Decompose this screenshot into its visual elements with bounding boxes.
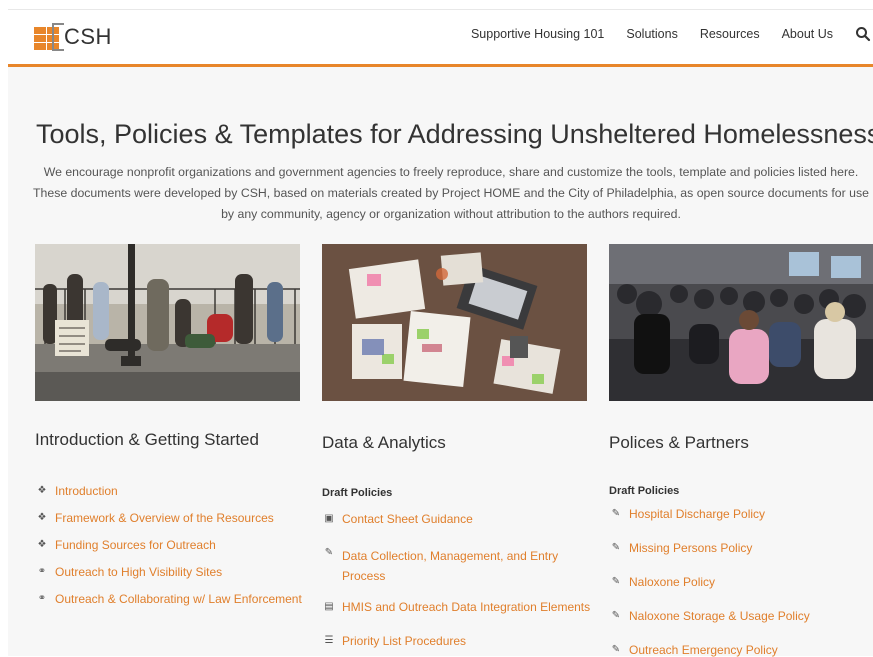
list-item-law-enforcement[interactable]: ⚭ Outreach & Collaborating w/ Law Enforc… xyxy=(35,592,302,606)
list-item-label[interactable]: Outreach & Collaborating w/ Law Enforcem… xyxy=(55,592,302,606)
conference-photo xyxy=(609,244,873,401)
list-item-label-continued[interactable]: Process xyxy=(342,569,385,583)
list-item-naloxone[interactable]: ✎ Naloxone Policy xyxy=(609,575,715,589)
data-analytics-photo xyxy=(322,244,587,401)
logo-text: CSH xyxy=(64,24,112,49)
list-item-funding[interactable]: ❖ Funding Sources for Outreach xyxy=(35,538,216,552)
intro-line: These documents were developed by CSH, b… xyxy=(33,186,869,200)
homeless-outreach-photo xyxy=(35,244,300,401)
list-item-missing-persons[interactable]: ✎ Missing Persons Policy xyxy=(609,541,753,555)
edit-icon: ✎ xyxy=(611,576,621,587)
section-title-introduction: Introduction & Getting Started xyxy=(35,430,259,449)
list-item-framework[interactable]: ❖ Framework & Overview of the Resources xyxy=(35,511,274,525)
nav-solutions[interactable]: Solutions xyxy=(626,27,677,41)
csh-logo[interactable]: CSH xyxy=(34,20,112,54)
form-icon: ▣ xyxy=(324,513,334,524)
document-icon: ▤ xyxy=(324,601,334,612)
list-item-hospital-discharge[interactable]: ✎ Hospital Discharge Policy xyxy=(609,507,765,521)
list-item-contact-sheet[interactable]: ▣ Contact Sheet Guidance xyxy=(322,512,473,526)
list-item-label[interactable]: Priority List Procedures xyxy=(342,634,466,648)
list-icon: ☰ xyxy=(324,635,334,646)
subheading-draft-policies: Draft Policies xyxy=(609,485,680,497)
list-item-label[interactable]: Naloxone Storage & Usage Policy xyxy=(629,609,810,623)
logo-mark-icon xyxy=(34,23,64,51)
edit-icon: ✎ xyxy=(611,508,621,519)
intro-line: by any community, agency or organization… xyxy=(221,207,681,221)
edit-icon: ✎ xyxy=(611,610,621,621)
intro-line: We encourage nonprofit organizations and… xyxy=(43,165,859,179)
list-item-label[interactable]: Outreach Emergency Policy xyxy=(629,643,778,657)
list-item-label[interactable]: Contact Sheet Guidance xyxy=(342,512,473,526)
section-title-polices-partners: Polices & Partners xyxy=(609,433,749,452)
nav-about-us[interactable]: About Us xyxy=(782,27,833,41)
list-item-label[interactable]: Framework & Overview of the Resources xyxy=(55,511,274,525)
handshake-icon: ⚭ xyxy=(37,566,47,577)
nav-resources[interactable]: Resources xyxy=(700,27,760,41)
list-item-label[interactable]: Hospital Discharge Policy xyxy=(629,507,765,521)
handshake-icon: ⚭ xyxy=(37,593,47,604)
info-icon: ❖ xyxy=(37,512,47,523)
list-item-label[interactable]: Missing Persons Policy xyxy=(629,541,752,555)
main-nav: Supportive Housing 101 Solutions Resourc… xyxy=(471,26,871,42)
list-item-priority-list[interactable]: ☰ Priority List Procedures xyxy=(322,634,467,648)
edit-icon: ✎ xyxy=(611,644,621,655)
page-title: Tools, Policies & Templates for Addressi… xyxy=(36,119,873,149)
search-icon[interactable] xyxy=(855,26,871,42)
list-item-naloxone-storage[interactable]: ✎ Naloxone Storage & Usage Policy xyxy=(609,609,810,623)
list-item-label[interactable]: HMIS and Outreach Data Integration Eleme… xyxy=(342,600,590,614)
list-item-label[interactable]: Introduction xyxy=(55,484,118,498)
list-item-label[interactable]: Naloxone Policy xyxy=(629,575,715,589)
list-item-introduction[interactable]: ❖ Introduction xyxy=(35,484,118,498)
info-icon: ❖ xyxy=(37,539,47,550)
edit-icon: ✎ xyxy=(324,547,334,558)
list-item-hmis[interactable]: ▤ HMIS and Outreach Data Integration Ele… xyxy=(322,600,590,614)
nav-supportive-housing[interactable]: Supportive Housing 101 xyxy=(471,27,604,41)
subheading-draft-policies: Draft Policies xyxy=(322,487,393,499)
list-item-high-visibility[interactable]: ⚭ Outreach to High Visibility Sites xyxy=(35,565,222,579)
intro-text: We encourage nonprofit organizations and… xyxy=(30,162,872,225)
list-item-label[interactable]: Funding Sources for Outreach xyxy=(55,538,216,552)
site-header: CSH Supportive Housing 101 Solutions Res… xyxy=(8,10,873,64)
list-item-outreach-emergency[interactable]: ✎ Outreach Emergency Policy xyxy=(609,643,778,657)
list-item-label[interactable]: Outreach to High Visibility Sites xyxy=(55,565,222,579)
info-icon: ❖ xyxy=(37,485,47,496)
list-item-label[interactable]: Data Collection, Management, and Entry xyxy=(342,549,558,563)
main-content: Tools, Policies & Templates for Addressi… xyxy=(8,67,873,657)
list-item-data-collection[interactable]: ✎ Data Collection, Management, and Entry… xyxy=(322,546,558,586)
edit-icon: ✎ xyxy=(611,542,621,553)
section-title-data-analytics: Data & Analytics xyxy=(322,433,446,452)
